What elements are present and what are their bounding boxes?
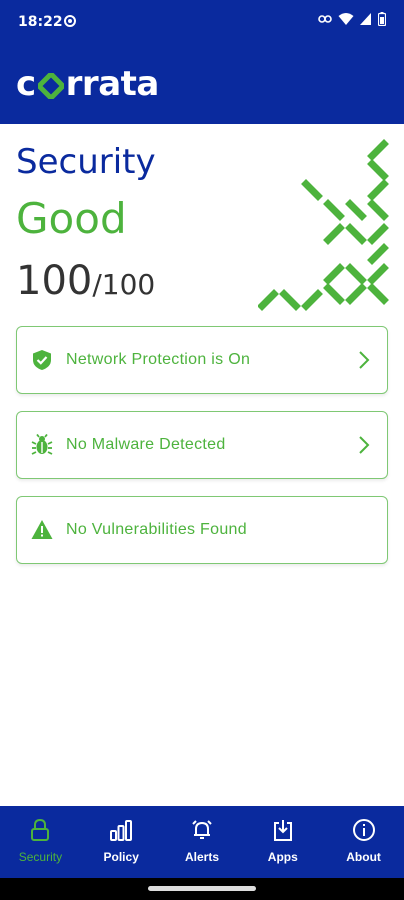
link-icon (318, 15, 332, 23)
page-title: Security (16, 142, 156, 182)
app-header: c rrata (0, 46, 404, 124)
warning-triangle-icon (31, 520, 53, 539)
bar-chart-icon (110, 820, 133, 841)
score-value: 100 (16, 258, 93, 304)
decorative-pattern-icon (258, 139, 389, 311)
network-protection-card[interactable]: Network Protection is On (16, 326, 388, 394)
signal-icon (360, 13, 371, 25)
battery-icon (378, 12, 386, 26)
nav-item-policy[interactable]: Policy (81, 806, 162, 878)
status-icons (318, 12, 386, 26)
home-gesture-bar[interactable] (148, 886, 256, 891)
card-label: No Vulnerabilities Found (66, 521, 247, 538)
wifi-icon (338, 13, 354, 25)
alarm-bell-icon (192, 820, 212, 839)
gesture-area (0, 878, 404, 900)
nav-item-apps[interactable]: Apps (242, 806, 323, 878)
nav-label: Security (18, 850, 63, 864)
bottom-nav: Security Policy Alerts Apps About (0, 806, 404, 878)
card-label: Network Protection is On (66, 351, 251, 368)
shield-check-icon (33, 350, 51, 370)
logo-text-start: c (16, 64, 36, 104)
card-label: No Malware Detected (66, 436, 226, 453)
info-icon (352, 819, 375, 841)
nav-item-about[interactable]: About (323, 806, 404, 878)
security-status: Good (16, 194, 127, 243)
chevron-right-icon[interactable] (357, 349, 371, 371)
lock-icon (31, 818, 50, 841)
score-total: /100 (92, 268, 156, 301)
malware-card[interactable]: No Malware Detected (16, 411, 388, 479)
vulnerabilities-card[interactable]: No Vulnerabilities Found (16, 496, 388, 564)
nav-label: About (346, 850, 381, 864)
logo-text-end: rrata (65, 64, 160, 104)
nav-label: Policy (103, 850, 139, 864)
chevron-right-icon[interactable] (357, 434, 371, 456)
notification-dot-icon (64, 15, 76, 27)
bug-icon (31, 434, 53, 455)
logo-o-icon (37, 73, 64, 99)
nav-item-security[interactable]: Security (0, 806, 81, 878)
security-score: 100/100 (16, 258, 155, 304)
status-time: 18:22 (18, 14, 63, 30)
nav-item-alerts[interactable]: Alerts (162, 806, 243, 878)
nav-label: Alerts (184, 850, 219, 864)
download-icon (273, 820, 292, 841)
corrata-logo: c rrata (16, 64, 159, 104)
nav-label: Apps (267, 850, 298, 864)
status-bar: 18:22 (0, 0, 404, 46)
